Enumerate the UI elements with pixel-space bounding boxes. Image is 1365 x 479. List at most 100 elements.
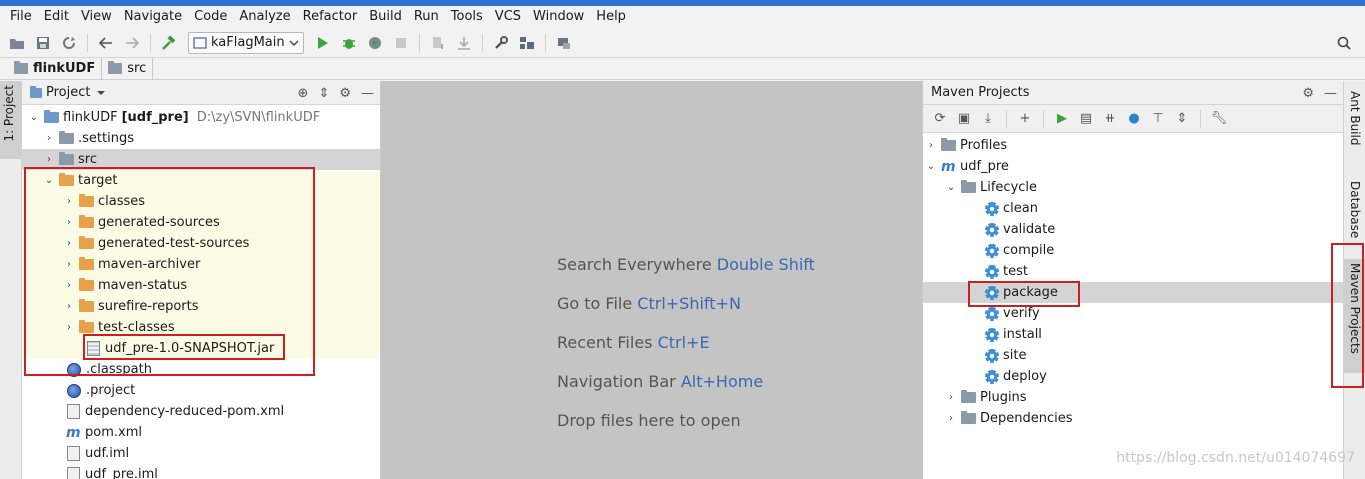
run-icon[interactable] — [312, 32, 334, 54]
project-structure-icon[interactable] — [516, 32, 538, 54]
collapse-all-icon[interactable]: ⇕ — [318, 86, 329, 101]
add-icon[interactable]: + — [1014, 108, 1036, 130]
gear-icon[interactable]: ⚙ — [1302, 86, 1314, 101]
vcs-update-icon[interactable] — [427, 32, 449, 54]
run-icon[interactable]: ▶ — [1051, 108, 1073, 130]
settings-wrench-icon[interactable]: 🔧︎ — [1208, 108, 1230, 130]
maven-phase-install[interactable]: install — [923, 324, 1343, 345]
menu-navigate[interactable]: Navigate — [118, 6, 188, 28]
chevron-right-icon[interactable]: › — [945, 392, 957, 403]
chevron-down-icon[interactable]: ⌄ — [925, 161, 937, 172]
menu-run[interactable]: Run — [408, 6, 445, 28]
tree-row-project-file[interactable]: .project — [22, 380, 380, 401]
menu-help[interactable]: Help — [590, 6, 632, 28]
menu-build[interactable]: Build — [363, 6, 408, 28]
maven-phase-compile[interactable]: compile — [923, 240, 1343, 261]
breadcrumb-src-label: src — [127, 61, 147, 76]
gear-icon — [985, 348, 999, 363]
chevron-right-icon[interactable]: › — [43, 133, 55, 144]
chevron-down-icon[interactable] — [96, 90, 106, 96]
vcs-commit-icon[interactable] — [453, 32, 475, 54]
gear-icon[interactable]: ⚙ — [339, 86, 351, 101]
maven-label: site — [1003, 348, 1027, 363]
maven-phase-validate[interactable]: validate — [923, 219, 1343, 240]
gear-icon — [985, 222, 999, 237]
chevron-right-icon[interactable]: › — [925, 140, 937, 151]
menu-vcs[interactable]: VCS — [489, 6, 527, 28]
project-tool-tab-label: 1: Project — [2, 85, 16, 142]
project-panel-title[interactable]: Project — [46, 85, 90, 100]
menu-refactor[interactable]: Refactor — [297, 6, 364, 28]
folder-icon — [961, 390, 976, 403]
search-icon[interactable] — [1333, 32, 1355, 54]
menu-file[interactable]: File — [4, 6, 38, 28]
chevron-right-icon[interactable]: › — [945, 413, 957, 424]
execute-goal-icon[interactable]: ▤ — [1075, 108, 1097, 130]
menu-edit[interactable]: Edit — [38, 6, 75, 28]
skip-tests-icon[interactable]: ● — [1123, 108, 1145, 130]
tree-row-root[interactable]: ⌄ flinkUDF [udf_pre] D:\zy\SVN\flinkUDF — [22, 107, 380, 128]
maven-phase-test[interactable]: test — [923, 261, 1343, 282]
breadcrumb-project[interactable]: flinkUDF — [8, 57, 103, 80]
sync-icon[interactable] — [58, 32, 80, 54]
run-with-coverage-icon[interactable] — [364, 32, 386, 54]
menu-code[interactable]: Code — [188, 6, 233, 28]
menu-view[interactable]: View — [75, 6, 118, 28]
iml-file-icon — [67, 467, 80, 479]
maven-label: deploy — [1003, 369, 1047, 384]
project-tool-tab[interactable]: 1: Project — [0, 81, 22, 159]
chevron-down-icon[interactable]: ⌄ — [28, 112, 40, 123]
reimport-icon[interactable]: ⟳ — [929, 108, 951, 130]
editor-empty-area[interactable]: Search Everywhere Double Shift Go to Fil… — [381, 81, 922, 479]
tree-row-pom[interactable]: m pom.xml — [22, 422, 380, 443]
maven-phase-clean[interactable]: clean — [923, 198, 1343, 219]
show-dependencies-icon[interactable]: ⊤ — [1147, 108, 1169, 130]
tree-row-dependency-reduced-pom[interactable]: dependency-reduced-pom.xml — [22, 401, 380, 422]
tree-label: src — [78, 152, 97, 167]
forward-arrow-icon[interactable] — [121, 32, 143, 54]
hint-text: Navigation Bar — [557, 372, 676, 391]
settings-wrench-icon[interactable] — [490, 32, 512, 54]
maven-label: validate — [1003, 222, 1056, 237]
breadcrumb-project-label: flinkUDF — [33, 61, 96, 76]
maven-row-dependencies[interactable]: › Dependencies — [923, 408, 1343, 429]
maven-row-plugins[interactable]: › Plugins — [923, 387, 1343, 408]
open-folder-icon[interactable] — [6, 32, 28, 54]
save-all-icon[interactable] — [32, 32, 54, 54]
tree-label: .settings — [78, 131, 134, 146]
download-icon[interactable]: ⤓ — [977, 108, 999, 130]
sdk-manager-icon[interactable] — [553, 32, 575, 54]
menu-tools[interactable]: Tools — [445, 6, 489, 28]
tree-row-udf-iml[interactable]: udf.iml — [22, 443, 380, 464]
hide-panel-icon[interactable]: — — [1324, 86, 1337, 101]
root-module: [udf_pre] — [121, 110, 189, 125]
maven-row-profiles[interactable]: › Profiles — [923, 135, 1343, 156]
chevron-right-icon[interactable]: › — [43, 154, 55, 165]
maven-label: Profiles — [960, 138, 1008, 153]
collapse-all-icon[interactable]: ⇕ — [1171, 108, 1193, 130]
build-hammer-icon[interactable] — [158, 32, 180, 54]
menu-analyze[interactable]: Analyze — [233, 6, 296, 28]
maven-row-lifecycle[interactable]: ⌄ Lifecycle — [923, 177, 1343, 198]
toggle-offline-icon[interactable]: ⧺ — [1099, 108, 1121, 130]
maven-phase-site[interactable]: site — [923, 345, 1343, 366]
hint-shortcut: Ctrl+E — [657, 333, 710, 352]
maven-row-project[interactable]: ⌄ m udf_pre — [923, 156, 1343, 177]
locate-target-icon[interactable]: ⊕ — [298, 86, 309, 101]
generate-sources-icon[interactable]: ▣ — [953, 108, 975, 130]
chevron-down-icon[interactable]: ⌄ — [945, 182, 957, 193]
hint-recent-files: Recent Files Ctrl+E — [557, 333, 710, 352]
ant-build-tab[interactable]: Ant Build — [1344, 87, 1365, 157]
hide-panel-icon[interactable]: — — [361, 86, 374, 101]
run-configuration-select[interactable]: kaFlagMain — [188, 31, 304, 54]
debug-icon[interactable] — [338, 32, 360, 54]
breadcrumb-src[interactable]: src — [102, 57, 154, 80]
tree-row-udf-pre-iml[interactable]: udf_pre.iml — [22, 464, 380, 479]
tree-label: pom.xml — [85, 425, 142, 440]
menu-window[interactable]: Window — [527, 6, 590, 28]
tree-row-settings[interactable]: › .settings — [22, 128, 380, 149]
database-tab[interactable]: Database — [1344, 177, 1365, 247]
stop-icon[interactable] — [390, 32, 412, 54]
back-arrow-icon[interactable] — [95, 32, 117, 54]
maven-phase-deploy[interactable]: deploy — [923, 366, 1343, 387]
